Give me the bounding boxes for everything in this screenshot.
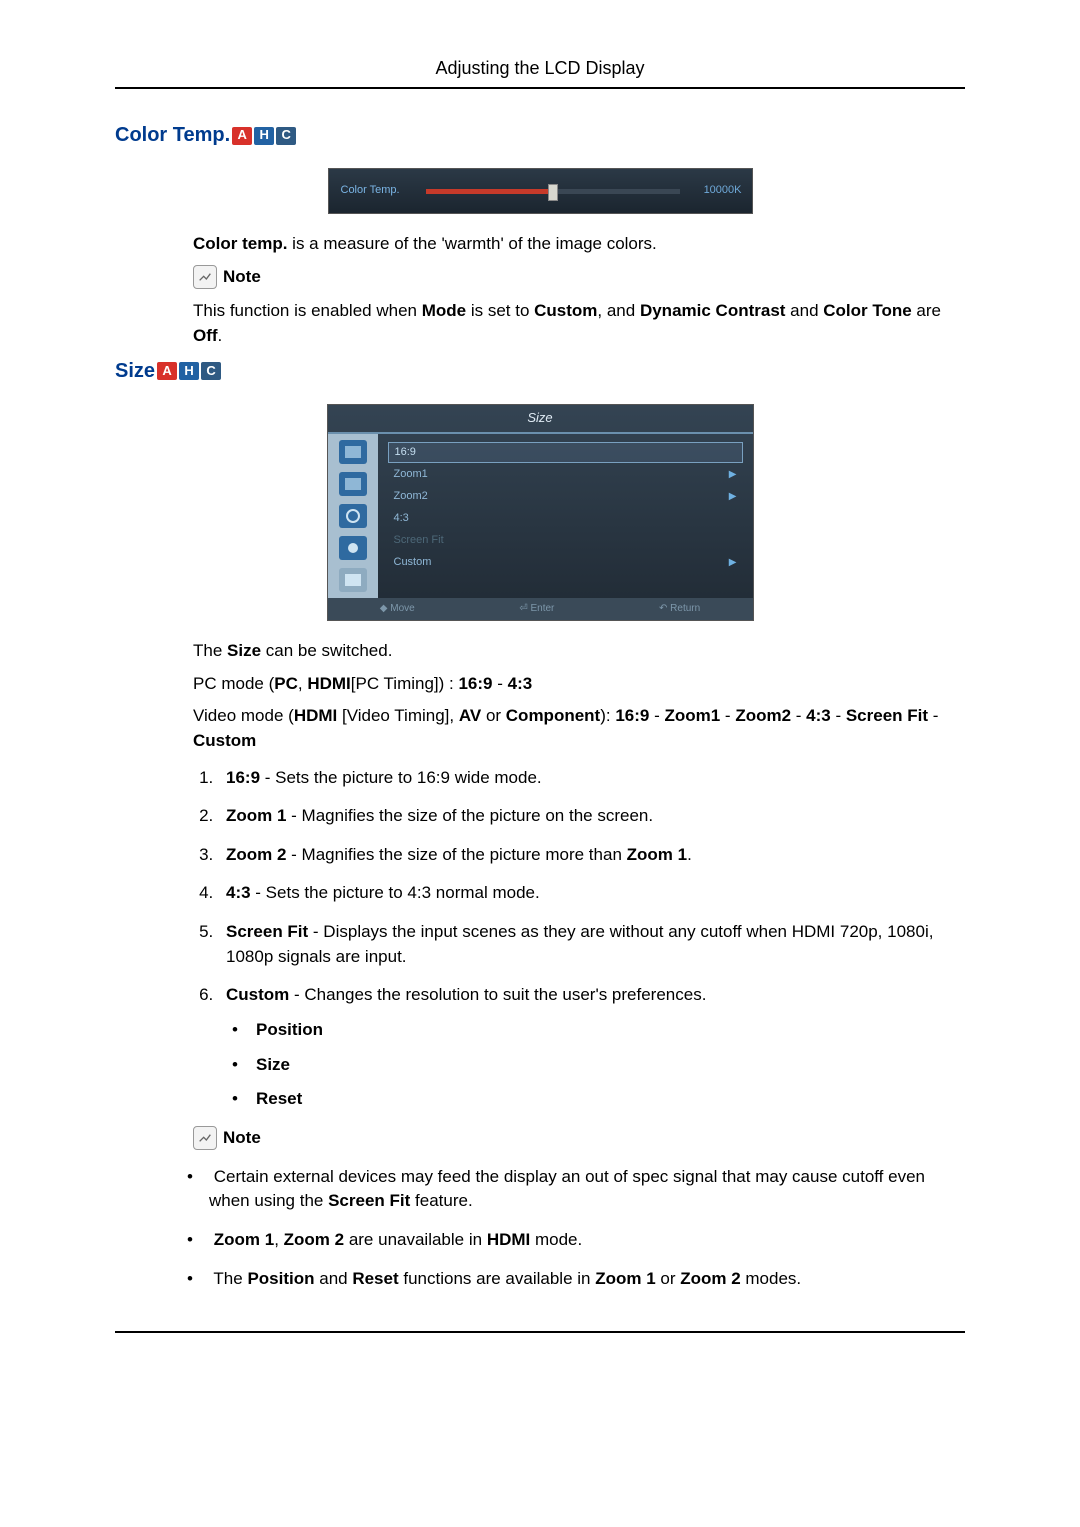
badge-c-icon: C [276,127,296,145]
hint-return: ↶ Return [659,602,700,617]
color-temp-desc: Color temp. is a measure of the 'warmth'… [193,232,965,257]
list-item: Zoom 2 - Magnifies the size of the pictu… [218,843,965,868]
size-pc-mode-line: PC mode (PC, HDMI[PC Timing]) : 16:9 - 4… [193,672,965,697]
slider-label: Color Temp. [341,183,426,199]
custom-sub-list: Position Size Reset [226,1018,965,1112]
list-item: Zoom 1, Zoom 2 are unavailable in HDMI m… [209,1228,965,1253]
list-item: The Position and Reset functions are ava… [209,1267,965,1292]
badge-h-icon: H [179,362,199,380]
size-menu-sidebar [328,434,378,598]
size-menu-list: 16:9 Zoom1▶ Zoom2▶ 4:3 Screen Fit Custom… [378,434,753,598]
size-option-zoom1[interactable]: Zoom1▶ [388,465,743,485]
list-item: Certain external devices may feed the di… [209,1165,965,1214]
slider-fill [426,189,553,194]
note-label: Note [223,265,261,290]
slider-track[interactable] [426,189,680,194]
badge-c-icon: C [201,362,221,380]
size-notes: Certain external devices may feed the di… [193,1165,965,1292]
chevron-right-icon: ▶ [729,490,737,505]
color-temp-note: This function is enabled when Mode is se… [193,299,965,348]
size-menu-panel: Size 16:9 Zoom1▶ Zoom2▶ 4:3 Screen Fit C… [327,404,754,621]
note-label: Note [223,1126,261,1151]
badge-a-icon: A [157,362,177,380]
color-temp-slider-panel: Color Temp. 10000K [328,168,753,214]
chevron-right-icon: ▶ [729,556,737,571]
divider [115,87,965,89]
badge-h-icon: H [254,127,274,145]
list-item: Position [256,1018,965,1043]
heading-size: Size A H C [115,357,965,386]
size-option-16-9[interactable]: 16:9 [388,442,743,464]
size-menu-footer: ◆ Move ⏎ Enter ↶ Return [328,598,753,621]
list-item: Screen Fit - Displays the input scenes a… [218,920,965,969]
slider-thumb[interactable] [548,184,558,201]
size-option-custom[interactable]: Custom▶ [388,553,743,573]
divider [115,1331,965,1333]
hint-enter: ⏎ Enter [519,602,554,617]
size-option-zoom2[interactable]: Zoom2▶ [388,487,743,507]
input-tab-icon[interactable] [339,568,367,592]
picture-tab-icon[interactable] [339,440,367,464]
heading-label: Color Temp. [115,121,230,150]
size-option-screen-fit: Screen Fit [388,531,743,551]
list-item: Custom - Changes the resolution to suit … [218,983,965,1112]
size-options-list: 16:9 - Sets the picture to 16:9 wide mod… [193,766,965,1112]
setup-tab-icon[interactable] [339,536,367,560]
note-icon [193,1126,217,1150]
color-temp-term: Color temp. [193,234,287,253]
page-header: Adjusting the LCD Display [115,55,965,81]
list-item: 16:9 - Sets the picture to 16:9 wide mod… [218,766,965,791]
size-menu-title: Size [328,405,753,434]
chevron-right-icon: ▶ [729,468,737,483]
list-item: Zoom 1 - Magnifies the size of the pictu… [218,804,965,829]
slider-value: 10000K [692,183,742,199]
size-option-4-3[interactable]: 4:3 [388,509,743,529]
heading-label: Size [115,357,155,386]
sound-tab-icon[interactable] [339,472,367,496]
heading-color-temp: Color Temp. A H C [115,121,965,150]
list-item: 4:3 - Sets the picture to 4:3 normal mod… [218,881,965,906]
clock-tab-icon[interactable] [339,504,367,528]
size-switch-line: The Size can be switched. [193,639,965,664]
list-item: Size [256,1053,965,1078]
hint-move: ◆ Move [380,602,415,617]
badge-a-icon: A [232,127,252,145]
size-video-mode-line: Video mode (HDMI [Video Timing], AV or C… [193,704,965,753]
list-item: Reset [256,1087,965,1112]
note-icon [193,265,217,289]
